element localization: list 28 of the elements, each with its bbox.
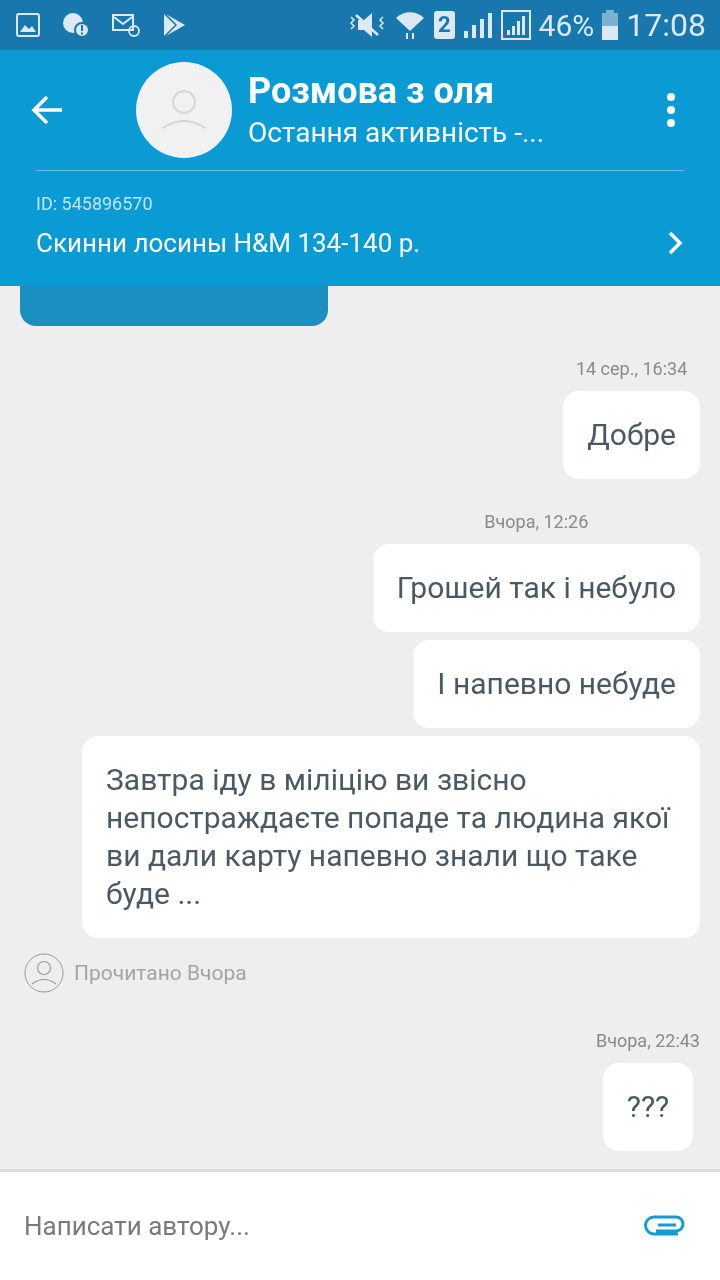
message-bubble: Грошей так і небуло — [372, 544, 700, 632]
play-store-icon — [162, 12, 186, 38]
message-bubble: ??? — [602, 1063, 694, 1151]
signal-icon — [462, 11, 493, 39]
more-button[interactable] — [664, 92, 678, 128]
product-link[interactable]: Скинни лосины H&M 134-140 р. — [36, 228, 684, 258]
chat-title: Розмова з оля — [248, 70, 496, 112]
listing-id: ID: 545896570 — [36, 193, 154, 214]
message-bubble: Добре — [563, 391, 700, 479]
battery-icon — [602, 10, 619, 40]
mute-icon — [348, 11, 386, 39]
battery-percent: 46% — [538, 7, 595, 43]
message-bubble: І напевно небуде — [413, 640, 700, 728]
wifi-icon — [394, 11, 426, 39]
sim-badge: 2 — [434, 11, 455, 39]
clock: 17:08 — [626, 6, 706, 44]
message-time: 14 сер., 16:34 — [575, 358, 688, 379]
gallery-icon — [16, 13, 40, 37]
email-icon — [112, 13, 140, 37]
message-bubble: Завтра іду в міліцію ви звісно непостраждаєте попаде та людина якої ви дали карту напевно знали що таке буде ... — [82, 736, 700, 938]
avatar-icon — [24, 953, 64, 993]
chevron-icon — [666, 230, 684, 256]
read-receipt: Прочитано Вчора — [74, 961, 247, 985]
alert-icon — [62, 12, 90, 38]
message-time: Вчора, 12:26 — [484, 511, 589, 532]
last-activity: Остання активність -... — [248, 116, 546, 150]
message-time: Вчора, 22:43 — [596, 1030, 700, 1051]
signal-icon — [500, 10, 531, 40]
